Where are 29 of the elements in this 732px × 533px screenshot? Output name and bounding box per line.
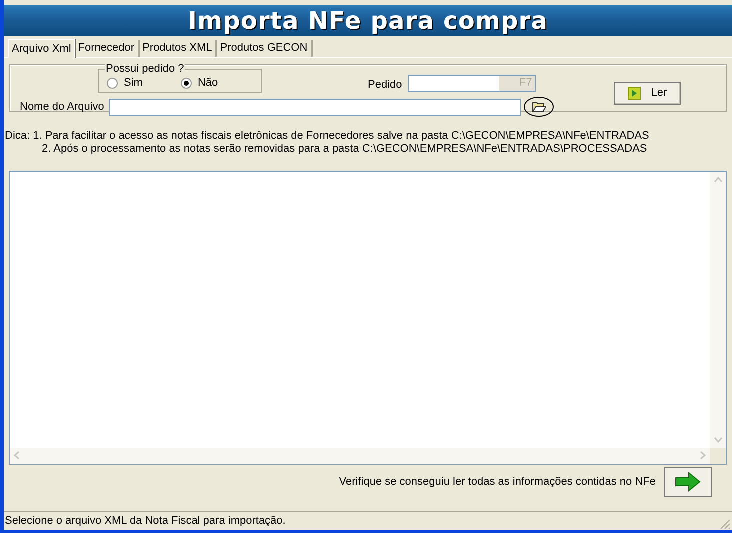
radio-option[interactable]: Não <box>180 74 218 92</box>
horizontal-scrollbar[interactable] <box>10 448 710 464</box>
status-text: Selecione o arquivo XML da Nota Fiscal para importação. <box>5 514 286 529</box>
file-name-field[interactable] <box>109 98 522 116</box>
tab[interactable]: Arquivo Xml <box>8 39 76 58</box>
import-icon <box>628 87 642 100</box>
resize-grip-icon[interactable] <box>719 518 731 530</box>
vertical-scrollbar[interactable] <box>710 172 726 448</box>
scroll-left-icon[interactable] <box>14 451 20 460</box>
field-label: Nome do Arquivo <box>20 100 104 115</box>
window-title: Importa NFe para compra <box>188 6 548 36</box>
scroll-down-icon[interactable] <box>714 436 722 443</box>
open-folder-button[interactable] <box>524 97 554 117</box>
tab[interactable]: Produtos XML <box>140 40 218 57</box>
hint-text: Verifique se conseguiu ler todas as informações contidas no NFe <box>339 475 656 490</box>
field-label: Pedido <box>368 78 402 93</box>
scroll-up-icon[interactable] <box>714 177 722 183</box>
tip-text: Dica: 1. Para facilitar o acesso as notas fiscais eletrônicas de Fornecedores salve na pasta C:\GECON\EMPRESA\NFe\ENTRADAS <box>5 130 650 143</box>
folder-icon <box>532 101 546 113</box>
radio-option[interactable]: Sim <box>107 74 143 92</box>
next-button[interactable] <box>664 467 712 498</box>
tab[interactable]: Produtos GECON <box>217 40 313 57</box>
scrollbar-corner <box>710 448 726 464</box>
scroll-right-icon[interactable] <box>700 451 706 460</box>
arrow-right-icon <box>675 472 701 492</box>
group-label: Possui pedido ? <box>105 63 186 75</box>
tab[interactable]: Fornecedor <box>75 40 140 57</box>
read-button[interactable]: Ler <box>614 82 682 105</box>
tip-text: 2. Após o processamento as notas serão removidas para a pasta C:\GECON\EMPRESA\NFe\ENTRADAS\PROCESSADAS <box>41 143 648 156</box>
